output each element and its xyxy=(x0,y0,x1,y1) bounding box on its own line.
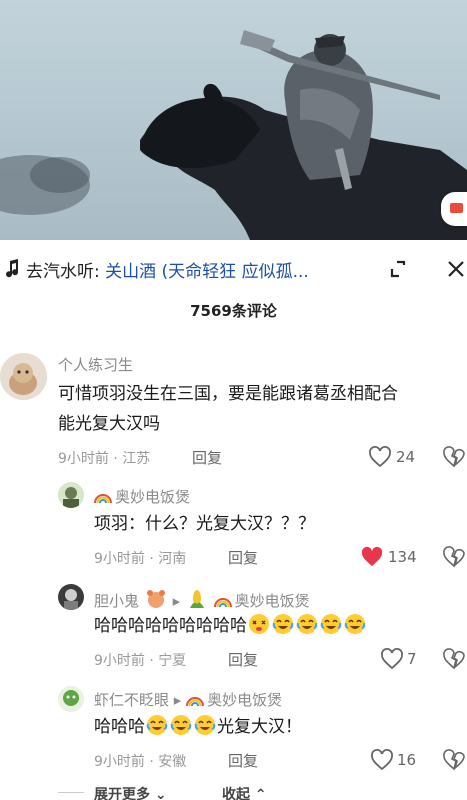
heart-icon[interactable] xyxy=(370,749,394,771)
crying-laughing-emoji-icon xyxy=(146,715,168,735)
comment-meta: 9小时前 · 江苏 xyxy=(58,451,151,467)
avatar[interactable] xyxy=(58,482,84,508)
reply-meta: 9小时前 · 宁夏 xyxy=(94,653,187,669)
bear-emoji-icon xyxy=(146,590,165,608)
rainbow-icon xyxy=(213,597,232,607)
reply-text-suffix: 光复大汉！ xyxy=(217,717,302,737)
dizzy-face-emoji-icon xyxy=(249,614,269,634)
divider xyxy=(58,792,84,793)
collapse-link[interactable]: 收起 ⌃ xyxy=(222,784,267,800)
reply-to-username: 奥妙电饭煲 xyxy=(207,691,283,709)
reply-arrow: ▸ xyxy=(173,691,182,709)
reply-button[interactable]: 回复 xyxy=(192,447,222,468)
broken-heart-icon[interactable] xyxy=(443,546,465,568)
avatar[interactable] xyxy=(58,584,84,610)
music-song-title: 关山酒 (天命轻狂 应似孤... xyxy=(105,262,309,282)
reply-text-row: 哈哈哈 光复大汉！ xyxy=(94,713,302,742)
close-icon[interactable] xyxy=(446,259,466,279)
reply-username-text: 虾仁不眨眼 xyxy=(94,691,170,709)
crying-laughing-emoji-icon xyxy=(344,614,366,634)
reply-username-text: 奥妙电饭煲 xyxy=(115,488,191,506)
like-count: 7 xyxy=(407,650,417,668)
reply-username[interactable]: 奥妙电饭煲 xyxy=(94,486,190,507)
expand-more-text: 展开更多 xyxy=(94,787,150,800)
like-count: 16 xyxy=(397,751,417,769)
comment-username[interactable]: 个人练习生 xyxy=(58,354,133,375)
video-frame xyxy=(0,0,467,240)
broken-heart-icon[interactable] xyxy=(443,749,465,771)
avatar[interactable] xyxy=(0,353,47,400)
reply-arrow: ▸ xyxy=(172,592,181,610)
share-badge[interactable] xyxy=(441,192,467,226)
avatar[interactable] xyxy=(58,686,84,712)
reply-meta: 9小时前 · 安徽 xyxy=(94,754,187,770)
reply-text-row: 哈哈哈哈哈哈哈哈哈 xyxy=(94,612,367,641)
broken-heart-icon[interactable] xyxy=(443,648,465,670)
corn-emoji-icon xyxy=(189,590,204,608)
expand-icon[interactable] xyxy=(388,259,408,279)
music-source: 去汽水听: xyxy=(26,262,100,282)
comment-count: 7569条评论 xyxy=(190,302,277,320)
crying-laughing-emoji-icon xyxy=(170,715,192,735)
reply-button[interactable]: 回复 xyxy=(228,547,258,568)
music-note-icon xyxy=(6,259,19,278)
reply-to-username: 奥妙电饭煲 xyxy=(234,592,310,610)
expand-more-link[interactable]: 展开更多 ⌄ xyxy=(94,784,167,800)
collapse-text: 收起 xyxy=(222,787,250,800)
broken-heart-icon[interactable] xyxy=(443,446,465,468)
reply-text: 项羽：什么？光复大汉？？？ xyxy=(94,514,315,534)
heart-filled-icon[interactable] xyxy=(360,546,384,568)
reply-username[interactable]: 虾仁不眨眼 ▸ 奥妙电饭煲 xyxy=(94,689,282,710)
crying-laughing-emoji-icon xyxy=(272,614,294,634)
video-player[interactable] xyxy=(0,0,467,240)
like-count: 134 xyxy=(388,548,417,566)
rainbow-icon xyxy=(186,696,205,706)
music-info[interactable]: 去汽水听: 关山酒 (天命轻狂 应似孤... xyxy=(26,257,309,282)
reply-text: 哈哈哈哈哈哈哈哈哈 xyxy=(94,616,247,636)
comment-text-line-2: 能光复大汉吗 xyxy=(58,414,160,434)
crying-laughing-emoji-icon xyxy=(320,614,342,634)
chevron-up-icon: ⌃ xyxy=(250,787,267,800)
reply-username-text: 胆小鬼 xyxy=(94,592,140,610)
heart-icon[interactable] xyxy=(368,446,392,468)
rainbow-icon xyxy=(94,493,112,503)
share-icon xyxy=(450,203,463,213)
chevron-down-icon: ⌄ xyxy=(150,787,167,800)
crying-laughing-emoji-icon xyxy=(296,614,318,634)
reply-button[interactable]: 回复 xyxy=(228,750,258,771)
reply-meta: 9小时前 · 河南 xyxy=(94,551,187,567)
reply-button[interactable]: 回复 xyxy=(228,649,258,670)
reply-username[interactable]: 胆小鬼 ▸ 奥妙电饭煲 xyxy=(94,588,310,611)
crying-laughing-emoji-icon xyxy=(194,715,216,735)
like-count: 24 xyxy=(396,448,416,466)
heart-icon[interactable] xyxy=(380,648,404,670)
comment-text-line-1: 可惜项羽没生在三国，要是能跟诸葛丞相配合 xyxy=(58,384,398,404)
reply-text-prefix: 哈哈哈 xyxy=(94,717,145,737)
